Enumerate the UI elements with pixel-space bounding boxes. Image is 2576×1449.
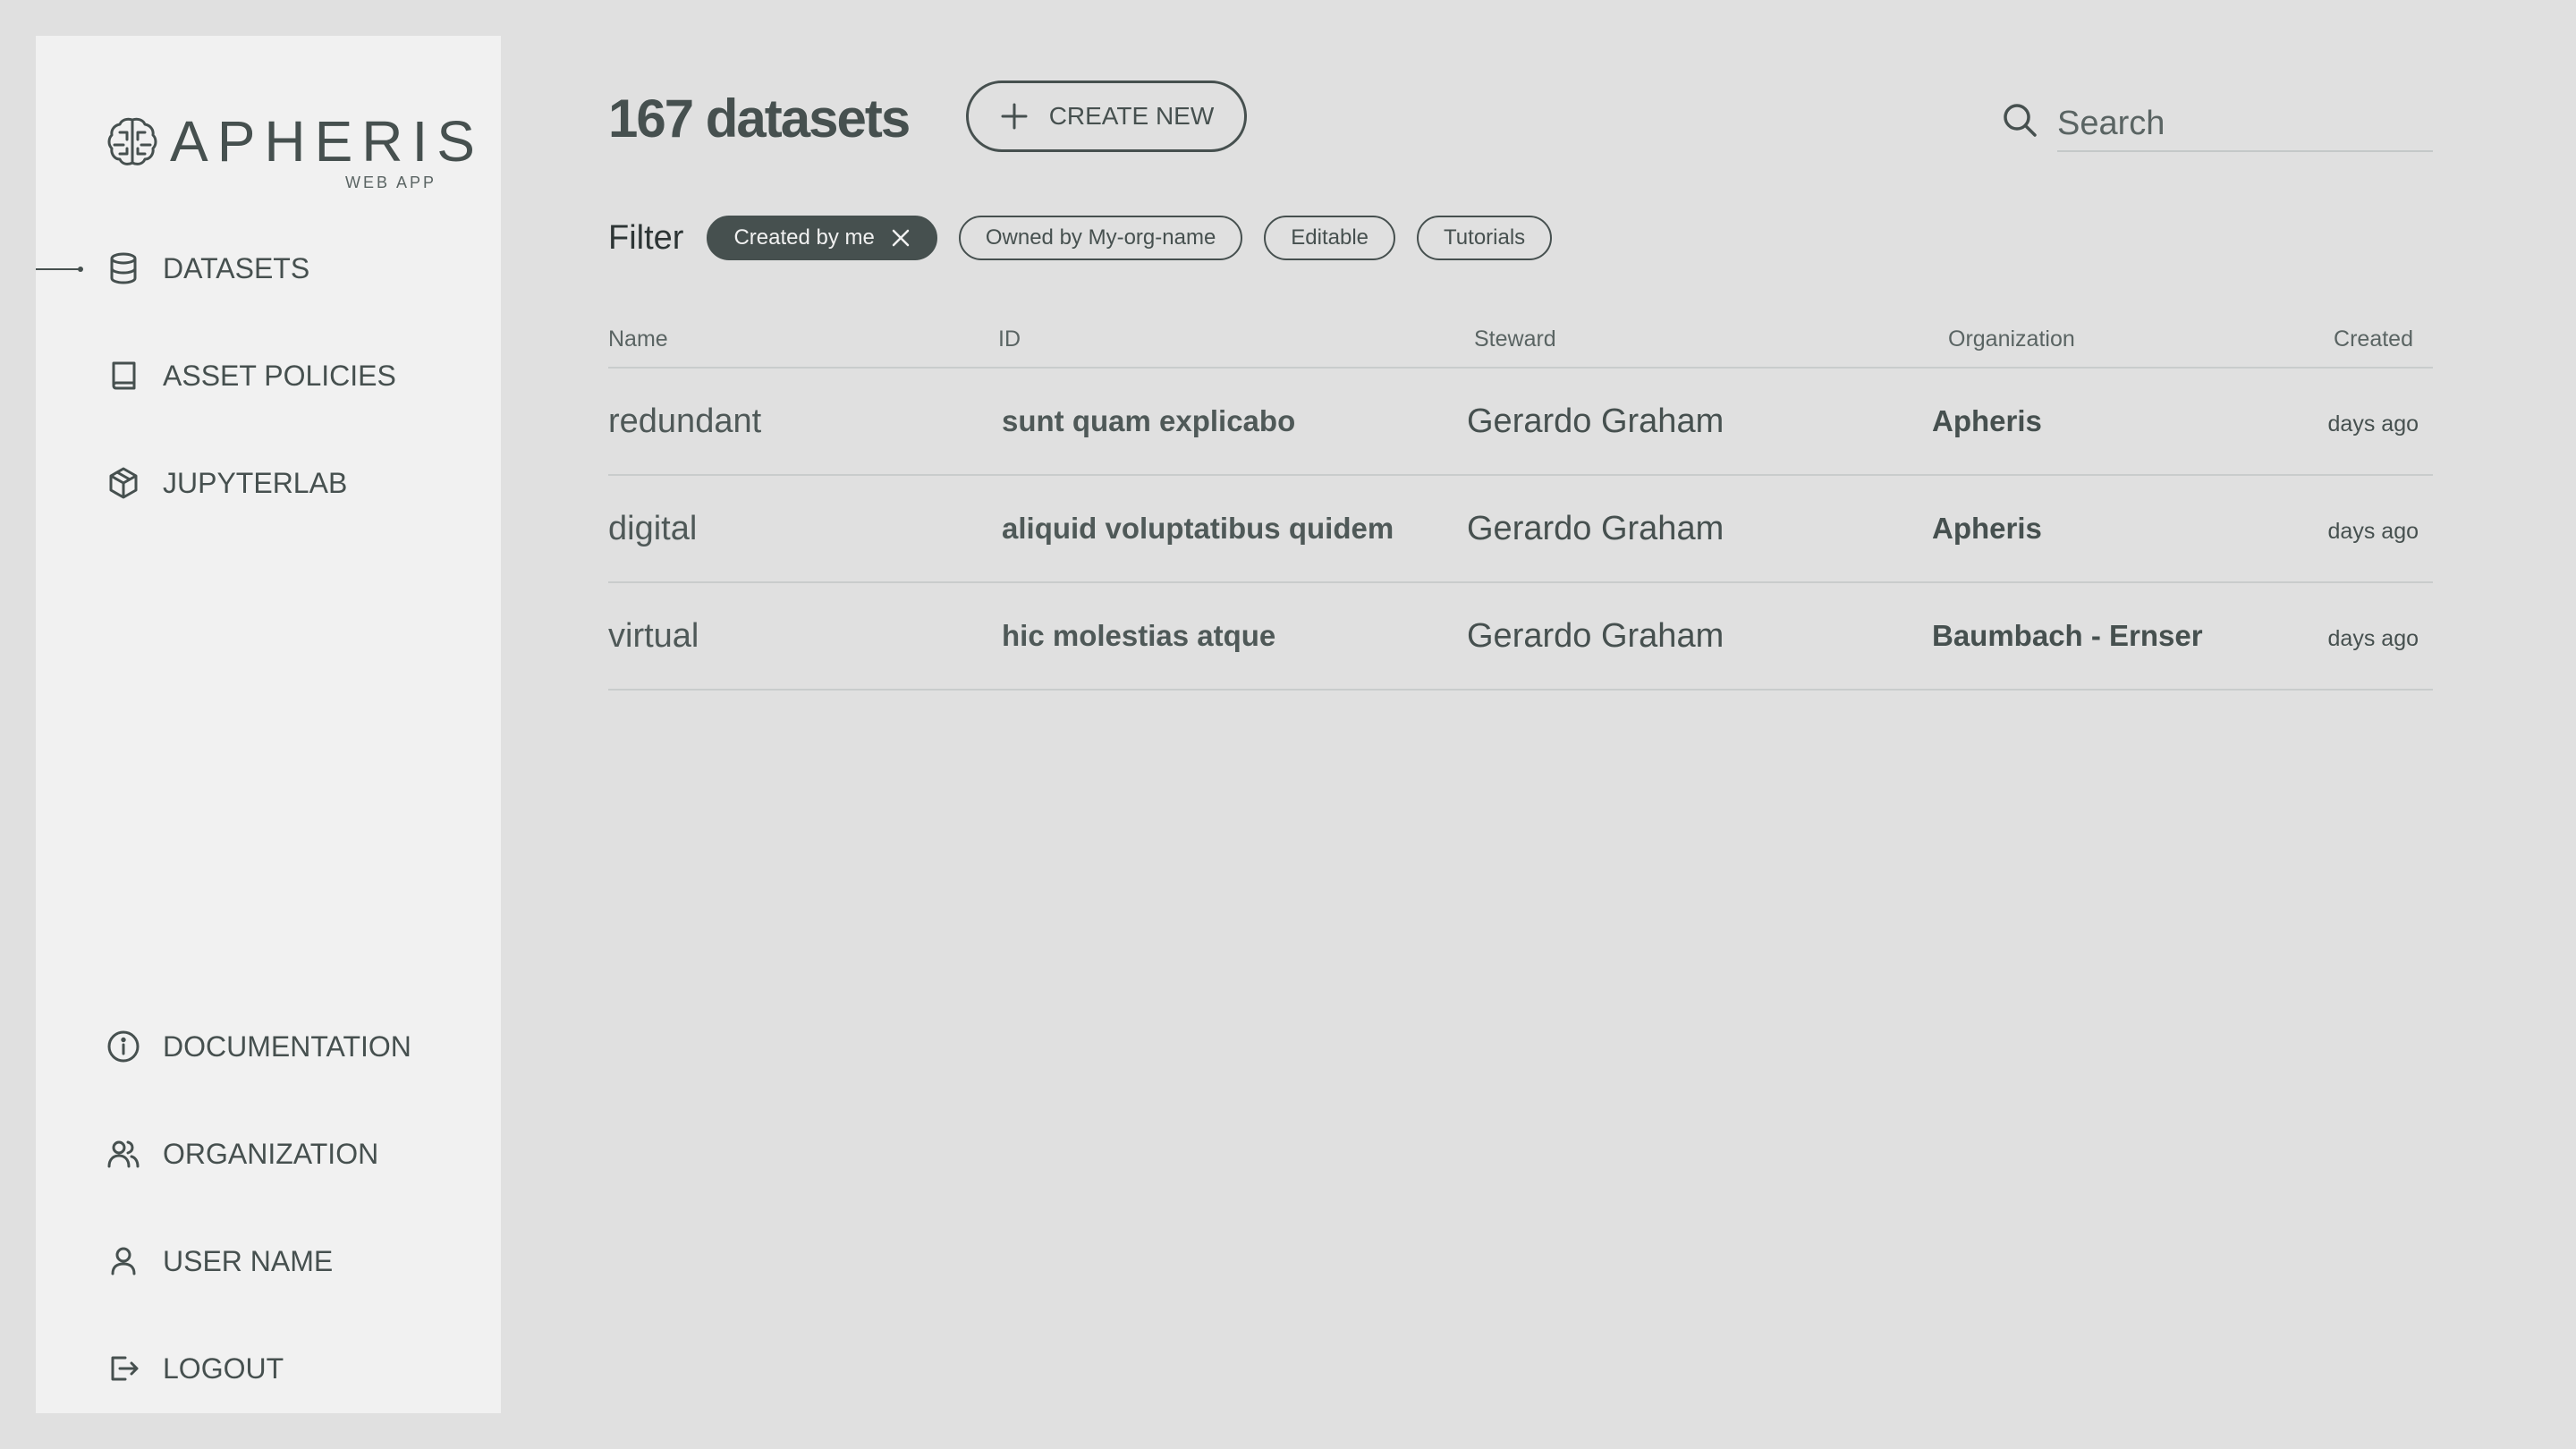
sidebar-item-label: LOGOUT [163,1352,284,1385]
cell-organization: Apheris [1932,512,2042,545]
chip-label: Created by me [733,225,875,250]
info-icon [107,1030,140,1063]
datasets-table: Name ID Steward Organization Created red… [608,318,2433,691]
sidebar-item-label: JUPYTERLAB [163,466,348,499]
cell-name: redundant [608,402,762,440]
cube-icon [109,467,138,499]
database-icon [110,252,137,284]
book-icon [112,361,136,390]
cell-name: virtual [608,617,699,655]
table-row[interactable]: virtual hic molestias atque Gerardo Grah… [608,583,2433,691]
apheris-logo[interactable]: APHERIS WEB APP [106,80,475,191]
cell-created: days ago [2327,519,2419,544]
create-new-button[interactable]: CREATE NEW [966,80,1247,152]
users-icon [107,1140,140,1168]
filter-chip-owned-by-org[interactable]: Owned by My-org-name [958,216,1243,260]
cell-steward: Gerardo Graham [1467,510,1724,547]
chip-label: Editable [1291,225,1369,250]
search-input[interactable] [2057,97,2433,152]
sidebar-item-organization[interactable]: ORGANIZATION [106,1127,378,1181]
plus-icon [1001,103,1028,130]
search-box [2000,97,2433,154]
sidebar-item-jupyterlab[interactable]: JUPYTERLAB [106,456,347,510]
chip-label: Owned by My-org-name [985,225,1216,250]
sidebar-item-user-name[interactable]: USER NAME [106,1234,333,1288]
column-header-id[interactable]: ID [998,326,1021,352]
create-new-label: CREATE NEW [1048,102,1215,130]
column-header-created[interactable]: Created [2334,326,2413,352]
cell-id: aliquid voluptatibus quidem [1002,512,1394,545]
column-header-organization[interactable]: Organization [1948,326,2075,352]
filter-chip-editable[interactable]: Editable [1264,216,1396,260]
sidebar-item-logout[interactable]: LOGOUT [106,1342,284,1395]
brain-icon [107,117,157,165]
sidebar-item-documentation[interactable]: DOCUMENTATION [106,1020,411,1073]
table-header: Name ID Steward Organization Created [608,318,2433,369]
sidebar-item-label: DATASETS [163,251,310,284]
logout-icon [111,1356,139,1381]
page-title: 167 datasets [608,89,911,148]
filter-chip-tutorials[interactable]: Tutorials [1417,216,1553,260]
user-icon [111,1247,136,1275]
logo-subtitle: WEB APP [344,174,436,191]
close-icon[interactable] [891,228,911,248]
sidebar-item-label: USER NAME [163,1244,334,1277]
cell-id: hic molestias atque [1002,619,1276,652]
search-icon[interactable] [2000,100,2039,140]
table-row[interactable]: redundant sunt quam explicabo Gerardo Gr… [608,369,2433,476]
column-header-steward[interactable]: Steward [1474,326,1556,352]
chip-label: Tutorials [1444,225,1526,250]
sidebar-item-label: ASSET POLICIES [163,359,396,392]
table-row[interactable]: digital aliquid voluptatibus quidem Gera… [608,476,2433,583]
sidebar-item-label: ORGANIZATION [163,1137,379,1170]
cell-organization: Baumbach - Ernser [1932,619,2203,652]
column-header-name[interactable]: Name [608,326,668,352]
cell-organization: Apheris [1932,404,2042,437]
sidebar-item-datasets[interactable]: DATASETS [106,242,309,295]
cell-created: days ago [2327,626,2419,651]
sidebar: APHERIS WEB APP DATASETS ASSET POLICIES … [36,36,501,1413]
logo-wordmark: APHERIS [170,109,484,174]
cell-created: days ago [2327,411,2419,436]
sidebar-item-label: DOCUMENTATION [163,1030,411,1063]
filter-bar: Filter Created by me Owned by My-org-nam… [608,215,1553,261]
cell-id: sunt quam explicabo [1002,404,1296,437]
cell-steward: Gerardo Graham [1467,617,1724,655]
sidebar-item-asset-policies[interactable]: ASSET POLICIES [106,349,396,402]
filter-label: Filter [608,218,684,257]
active-nav-indicator [36,267,83,272]
cell-name: digital [608,510,698,547]
cell-steward: Gerardo Graham [1467,402,1724,440]
filter-chip-created-by-me[interactable]: Created by me [707,216,937,260]
